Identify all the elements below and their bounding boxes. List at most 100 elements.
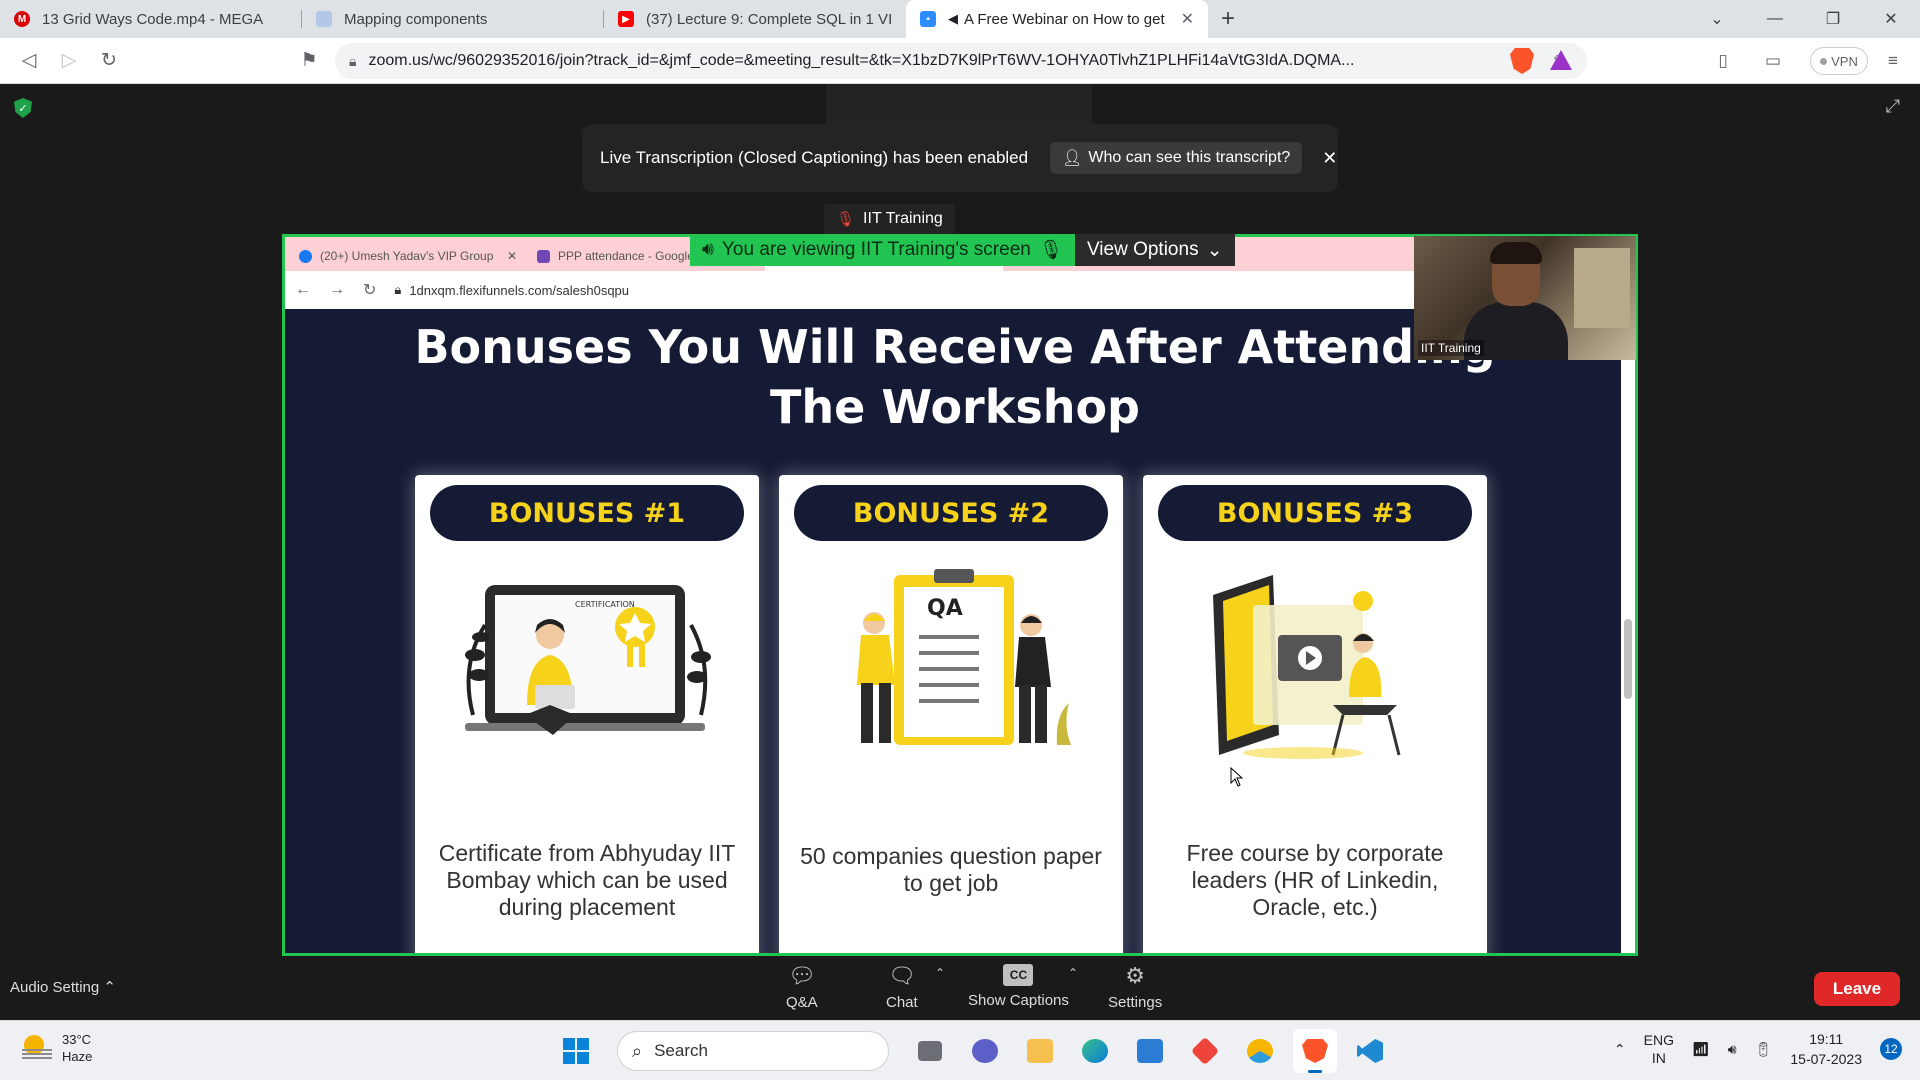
- anydesk-icon[interactable]: [1183, 1029, 1227, 1073]
- vscode-icon[interactable]: [1348, 1029, 1392, 1073]
- reload-button[interactable]: ↻: [90, 42, 128, 80]
- browser-tab-youtube[interactable]: ▶ (37) Lecture 9: Complete SQL in 1 VID: [604, 0, 906, 38]
- tab-title: 13 Grid Ways Code.mp4 - MEGA: [42, 10, 264, 28]
- shared-scrollbar: [1621, 309, 1635, 953]
- bonus-label: BONUSES #3: [1158, 485, 1472, 541]
- leave-button[interactable]: Leave: [1814, 972, 1900, 1006]
- captions-options-chevron[interactable]: ⌃: [1068, 966, 1078, 980]
- volume-icon[interactable]: 🔊︎: [1728, 1041, 1737, 1058]
- page-icon: [316, 11, 332, 27]
- brave-taskbar-icon[interactable]: [1293, 1029, 1337, 1073]
- qa-button[interactable]: 💬︎ Q&A: [786, 963, 818, 1011]
- facebook-icon: [299, 249, 312, 263]
- close-icon[interactable]: ✕: [1322, 148, 1337, 169]
- settings-button[interactable]: ⚙ Settings: [1108, 963, 1162, 1011]
- gear-icon: ⚙: [1125, 963, 1145, 988]
- maximize-button[interactable]: ❐: [1804, 0, 1862, 38]
- zoom-meeting-area: ✓ ⤢ Live Transcription (Closed Captionin…: [0, 84, 1920, 1020]
- mouse-cursor: [1230, 767, 1244, 787]
- who-can-see-transcript-button[interactable]: 👤︎ Who can see this transcript?: [1050, 142, 1303, 174]
- back-button[interactable]: ◁: [10, 42, 48, 80]
- sales-page: Bonuses You Will Receive After Attending…: [285, 309, 1625, 953]
- speaker-icon: 🔊︎: [702, 239, 714, 260]
- temperature: 33°C: [62, 1032, 92, 1047]
- wifi-icon[interactable]: 📶︎: [1692, 1041, 1710, 1058]
- presenter-video[interactable]: IIT Training: [1414, 236, 1636, 360]
- teams-icon[interactable]: [963, 1029, 1007, 1073]
- tab-title: (37) Lecture 9: Complete SQL in 1 VID: [646, 10, 892, 28]
- svg-text:CERTIFICATION: CERTIFICATION: [575, 600, 635, 609]
- vpn-button[interactable]: VPN: [1810, 47, 1868, 75]
- show-hidden-icons[interactable]: ⌃: [1614, 1041, 1626, 1058]
- chevron-down-icon: ⌄: [1206, 239, 1223, 261]
- browser-tab-zoom[interactable]: ▪ ◀ A Free Webinar on How to get ✕: [906, 0, 1208, 38]
- mic-off-icon: 🎙︎: [1038, 240, 1063, 261]
- chat-button[interactable]: 🗨︎ Chat: [886, 963, 918, 1011]
- search-icon: ⌕: [632, 1040, 643, 1061]
- chrome-canary-icon[interactable]: [1238, 1029, 1282, 1073]
- fullscreen-icon[interactable]: ⤢: [1886, 96, 1900, 117]
- wallet-icon[interactable]: ▭: [1758, 46, 1788, 76]
- forward-icon: →: [329, 281, 345, 298]
- taskbar-apps: ⌕ Search: [554, 1029, 1392, 1073]
- tab-search-icon[interactable]: ⌄: [1688, 0, 1746, 38]
- taskbar-search[interactable]: ⌕ Search: [617, 1031, 889, 1071]
- forward-button[interactable]: ▷: [50, 42, 88, 80]
- mega-icon: M: [14, 11, 30, 27]
- video-course-illustration: [1213, 575, 1401, 759]
- view-options-button[interactable]: View Options ⌄: [1074, 234, 1235, 266]
- close-tab-icon[interactable]: ✕: [1181, 9, 1194, 29]
- language-indicator[interactable]: ENG IN: [1644, 1031, 1674, 1067]
- new-tab-button[interactable]: +: [1208, 0, 1248, 38]
- close-window-button[interactable]: ✕: [1862, 0, 1920, 38]
- security-shield-icon[interactable]: ✓: [14, 98, 32, 118]
- battery-icon[interactable]: 🔋︎: [1755, 1041, 1773, 1058]
- tab-title: A Free Webinar on How to get: [964, 10, 1165, 28]
- edge-icon[interactable]: [1073, 1029, 1117, 1073]
- windows-icon: [563, 1038, 589, 1064]
- address-bar: ◁ ▷ ↻ ⚑ 🔒︎ zoom.us/wc/96029352016/join?t…: [0, 38, 1920, 84]
- mic-off-icon: 🎙︎: [836, 211, 856, 228]
- lock-icon: 🔒︎: [349, 52, 357, 69]
- browser-tab-mapping[interactable]: Mapping components: [302, 0, 604, 38]
- lock-icon: 🔒︎: [394, 282, 402, 297]
- bonus-description: Certificate from Abhyuday IIT Bombay whi…: [438, 840, 736, 920]
- viewing-indicator: 🔊︎ You are viewing IIT Training's screen…: [690, 234, 1075, 266]
- weather-haze-icon: [22, 1035, 52, 1061]
- notification-badge[interactable]: 12: [1880, 1038, 1902, 1060]
- time: 19:11: [1809, 1031, 1844, 1047]
- store-icon[interactable]: [1128, 1029, 1172, 1073]
- window-controls: ⌄ — ❐ ✕: [1688, 0, 1920, 38]
- minimize-button[interactable]: —: [1746, 0, 1804, 38]
- url-text: zoom.us/wc/96029352016/join?track_id=&jm…: [368, 52, 1355, 69]
- brave-rewards-icon[interactable]: [1550, 50, 1572, 70]
- bonus-label: BONUSES #1: [430, 485, 744, 541]
- url-field[interactable]: 🔒︎ zoom.us/wc/96029352016/join?track_id=…: [335, 43, 1587, 79]
- bonus-label: BONUSES #2: [794, 485, 1108, 541]
- system-tray: ⌃ ENG IN 📶︎ 🔊︎ 🔋︎ 19:11 15-07-2023 12: [1614, 1029, 1902, 1069]
- task-view-icon[interactable]: [908, 1029, 952, 1073]
- menu-icon[interactable]: ≡: [1878, 46, 1908, 76]
- certificate-illustration: CERTIFICATION: [465, 585, 711, 735]
- browser-tab-mega[interactable]: M 13 Grid Ways Code.mp4 - MEGA: [0, 0, 302, 38]
- audio-setting-button[interactable]: Audio Setting ⌃: [10, 978, 116, 996]
- chat-options-chevron[interactable]: ⌃: [935, 966, 945, 980]
- qa-illustration: QA: [857, 569, 1071, 745]
- sidebar-icon[interactable]: ▯: [1708, 46, 1738, 76]
- bookmark-icon[interactable]: ⚑: [290, 42, 328, 80]
- weather-widget[interactable]: 33°C Haze: [22, 1031, 92, 1065]
- date: 15-07-2023: [1790, 1051, 1862, 1067]
- person-icon: 👤︎: [1062, 150, 1083, 167]
- transcription-banner: Live Transcription (Closed Captioning) h…: [582, 124, 1338, 192]
- svg-text:QA: QA: [927, 596, 963, 621]
- show-captions-button[interactable]: CC Show Captions: [968, 964, 1069, 1009]
- bonus-description: Free course by corporate leaders (HR of …: [1186, 840, 1444, 920]
- shared-tab: (20+) Umesh Yadav's VIP Group ✕: [289, 241, 527, 271]
- start-button[interactable]: [554, 1029, 598, 1073]
- file-explorer-icon[interactable]: [1018, 1029, 1062, 1073]
- speaker-icon: ◀: [948, 11, 958, 26]
- browser-tab-bar: M 13 Grid Ways Code.mp4 - MEGA Mapping c…: [0, 0, 1920, 38]
- qa-icon: 💬︎: [787, 963, 816, 988]
- bonus-description: 50 companies question paper to get job: [800, 843, 1102, 896]
- clock[interactable]: 19:11 15-07-2023: [1790, 1029, 1862, 1069]
